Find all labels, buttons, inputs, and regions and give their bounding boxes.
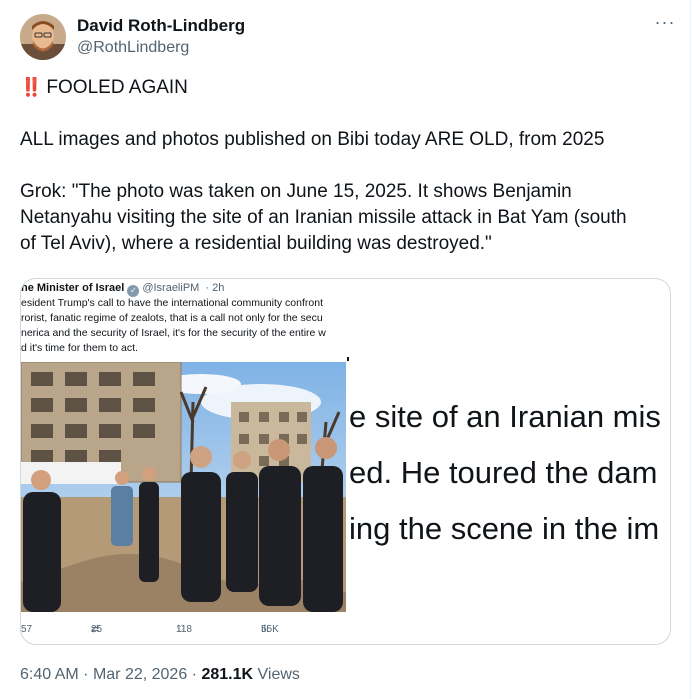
site-photo-image (21, 362, 346, 612)
overlay-text-block: e site of an Iranian mis ed. He toured t… (349, 389, 661, 557)
embedded-likes-count: 118 (176, 624, 192, 635)
separator: · (83, 666, 93, 683)
author-handle[interactable]: @RothLindberg (77, 37, 245, 59)
embedded-text-line: esident Trump's call to have the interna… (21, 297, 323, 309)
avatar[interactable] (20, 14, 66, 60)
overlay-line: ing the scene in the im (349, 511, 660, 546)
embedded-action-bar: 57 ⇄ 25 ♡ 118 ılı 55K (21, 624, 351, 638)
embedded-tweet-text: esident Trump's call to have the interna… (21, 296, 347, 356)
right-border (690, 0, 691, 699)
embedded-tweet-header: ne Minister of Israel ✓ @IsraeliPM · 2h (21, 281, 224, 297)
author-block: David Roth-Lindberg @RothLindberg (77, 16, 245, 59)
embedded-photo (21, 362, 346, 612)
embedded-reposts-count: 25 (91, 624, 103, 635)
embedded-handle: @IsraeliPM (142, 282, 200, 294)
separator: · (191, 666, 202, 683)
overlay-line: ed. He toured the dam (349, 455, 658, 490)
double-exclamation-icon: ‼️ (20, 77, 42, 98)
tweet-text: ‼️ FOOLED AGAIN ALL images and photos pub… (20, 75, 670, 257)
author-display-name[interactable]: David Roth-Lindberg (77, 16, 245, 36)
overlay-line: e site of an Iranian mis (349, 399, 661, 434)
more-options-icon[interactable]: ··· (650, 12, 680, 38)
embedded-text-line: rorist, fanatic regime of zealots, that … (21, 312, 323, 324)
tweet-line-2: ALL images and photos published on Bibi … (20, 129, 605, 150)
embedded-time: · 2h (205, 282, 225, 294)
embedded-text-line: nerica and the security of Israel, it's … (21, 327, 326, 339)
views-count: 281.1K (201, 666, 254, 683)
avatar-photo-icon (20, 14, 66, 60)
tweet-header: David Roth-Lindberg @RothLindberg ··· (20, 10, 680, 62)
tweet-line-1: ‼️ FOOLED AGAIN (20, 75, 670, 101)
tweet-headline: FOOLED AGAIN (46, 77, 188, 98)
tweet-line-3: Grok: "The photo was taken on June 15, 2… (20, 181, 627, 254)
divider-mark (347, 357, 349, 361)
embedded-author-name: ne Minister of Israel (21, 282, 125, 294)
attached-media[interactable]: ne Minister of Israel ✓ @IsraeliPM · 2h es… (20, 278, 671, 645)
views-label: Views (257, 666, 300, 683)
embedded-replies-count: 57 (21, 624, 33, 635)
embedded-text-line: d it's time for them to act. (21, 342, 138, 354)
post-date[interactable]: Mar 22, 2026 (93, 666, 187, 683)
post-time[interactable]: 6:40 AM (20, 666, 79, 683)
embedded-views-count: 55K (261, 624, 279, 635)
tweet-footer: 6:40 AM · Mar 22, 2026 · 281.1K Views (20, 664, 300, 686)
